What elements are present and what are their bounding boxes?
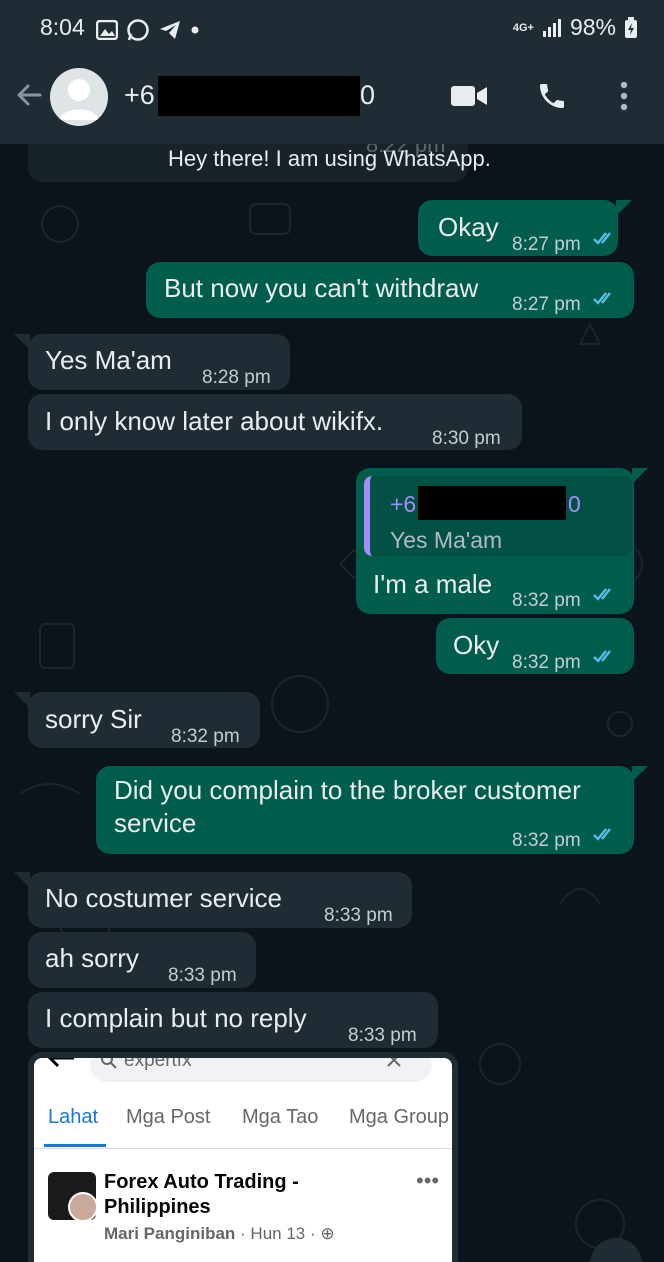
image-message[interactable]: expertfx Lahat Mga Post Mga Tao Mga Grou… (28, 1052, 458, 1262)
message-bubble-incoming[interactable]: ah sorry 8:33 pm (28, 932, 256, 988)
message-bubble-outgoing[interactable]: Okay 8:27 pm (418, 200, 618, 256)
result-author: Mari Panginiban (104, 1224, 236, 1243)
bubble-tail (616, 200, 632, 216)
active-tab-underline (44, 1144, 106, 1147)
notification-icons (96, 18, 200, 42)
back-button[interactable] (14, 80, 44, 115)
more-horizontal-icon: ••• (416, 1168, 440, 1193)
contact-about-banner: 8:22 pm Hey there! I am using WhatsApp. (28, 144, 491, 182)
message-time: 8:33 pm (324, 905, 393, 926)
redaction-box (418, 486, 566, 520)
tab-lahat: Lahat (48, 1106, 99, 1128)
message-text: Okay (438, 212, 499, 242)
video-camera-icon (451, 86, 487, 106)
screenshot-search-bar: expertfx (90, 1058, 432, 1082)
chat-header: +6 0 (0, 58, 664, 144)
more-options-button[interactable] (616, 80, 632, 117)
search-icon (101, 1058, 117, 1069)
quoted-sender-prefix: +6 (390, 491, 417, 517)
more-vertical-icon (620, 81, 628, 111)
shared-screenshot: expertfx Lahat Mga Post Mga Tao Mga Grou… (34, 1058, 452, 1262)
tab-mga-tao: Mga Tao (242, 1106, 319, 1128)
result-title-line2: Philippines (104, 1196, 211, 1218)
result-meta: Mari Panginiban · Hun 13 · ⊕ (104, 1224, 335, 1244)
divider (34, 1148, 452, 1149)
battery-percent: 98% (569, 14, 616, 40)
message-time: 8:27 pm (512, 294, 581, 315)
message-text: Yes Ma'am (45, 345, 172, 375)
message-bubble-outgoing[interactable]: Did you complain to the broker customer … (96, 766, 634, 854)
message-time: 8:30 pm (432, 428, 501, 449)
contact-name-suffix: 0 (360, 80, 376, 110)
message-time: 8:33 pm (168, 965, 237, 986)
message-bubble-incoming[interactable]: I only know later about wikifx. 8:30 pm (28, 394, 522, 450)
message-bubble-incoming[interactable]: No costumer service 8:33 pm (28, 872, 412, 928)
tab-mga-post: Mga Post (126, 1106, 211, 1128)
bubble-tail (632, 766, 648, 782)
message-bubble-outgoing-reply[interactable]: +6 0 Yes Ma'am I'm a male 8:32 pm (356, 468, 634, 614)
message-text: I complain but no reply (45, 1003, 307, 1033)
read-receipt-icon (593, 828, 611, 841)
message-text: But now you can't withdraw (164, 273, 479, 303)
message-bubble-outgoing[interactable]: But now you can't withdraw 8:27 pm (146, 262, 634, 318)
group-thumbnail (48, 1172, 98, 1222)
message-time: 8:32 pm (171, 726, 240, 747)
message-bubble-incoming[interactable]: Yes Ma'am 8:28 pm (28, 334, 290, 390)
telegram-icon (160, 21, 180, 39)
message-time: 8:32 pm (512, 652, 581, 673)
screenshot-back-arrow-icon (47, 1058, 74, 1068)
contact-avatar[interactable] (50, 68, 108, 126)
message-text: I'm a male (373, 569, 493, 599)
message-text: ah sorry (45, 943, 139, 973)
read-receipt-icon (593, 292, 611, 305)
message-text-line1: Did you complain to the broker customer (114, 775, 581, 805)
result-date: · Hun 13 · (240, 1224, 316, 1243)
message-time: 8:27 pm (512, 234, 581, 255)
message-time: 8:32 pm (512, 830, 581, 851)
voice-call-button[interactable] (536, 80, 568, 117)
read-receipt-icon (593, 588, 611, 601)
video-call-button[interactable] (450, 84, 488, 113)
battery-charging-icon (625, 16, 637, 38)
back-arrow-icon (17, 84, 42, 106)
tab-mga-group: Mga Group (349, 1106, 450, 1128)
profile-photo-icon (68, 1192, 98, 1222)
about-text: Hey there! I am using WhatsApp. (168, 146, 491, 171)
phone-icon (540, 84, 564, 108)
globe-icon: ⊕ (320, 1224, 335, 1243)
quoted-text: Yes Ma'am (390, 527, 503, 553)
bubble-tail (632, 468, 648, 484)
message-text-line2: service (114, 808, 197, 838)
quoted-message[interactable]: +6 0 Yes Ma'am (364, 476, 632, 556)
read-receipt-icon (593, 650, 611, 663)
message-time: 8:28 pm (202, 367, 271, 388)
redaction-box (158, 76, 360, 116)
quoted-sender-suffix: 0 (568, 491, 581, 517)
dot-icon (191, 26, 199, 34)
screenshot-tabs: Lahat Mga Post Mga Tao Mga Group (34, 1102, 452, 1147)
message-text: No costumer service (45, 883, 282, 913)
chat-area[interactable]: 8:22 pm Hey there! I am using WhatsApp. … (0, 144, 664, 1262)
message-bubble-incoming[interactable]: I complain but no reply 8:33 pm (28, 992, 438, 1048)
result-title-line1: Forex Auto Trading - (104, 1171, 299, 1193)
message-text: sorry Sir (45, 704, 142, 734)
status-bar: 8:04 4G+ 98% (0, 0, 664, 58)
message-text: Oky (453, 630, 500, 660)
message-time: 8:33 pm (348, 1025, 417, 1046)
status-time: 8:04 (40, 14, 85, 40)
network-type: 4G+ (512, 21, 534, 34)
message-text: I only know later about wikifx. (45, 406, 384, 436)
gallery-icon (96, 20, 118, 40)
contact-name-prefix: +6 (124, 80, 155, 110)
read-receipt-icon (593, 232, 611, 245)
message-time: 8:32 pm (512, 590, 581, 611)
signal-icon (542, 18, 561, 37)
whatsapp-icon (127, 19, 149, 41)
default-avatar-icon (59, 79, 99, 120)
search-query: expertfx (124, 1058, 192, 1071)
message-bubble-outgoing[interactable]: Oky 8:32 pm (436, 618, 634, 674)
clear-icon (387, 1058, 401, 1067)
message-bubble-incoming[interactable]: sorry Sir 8:32 pm (28, 692, 260, 748)
